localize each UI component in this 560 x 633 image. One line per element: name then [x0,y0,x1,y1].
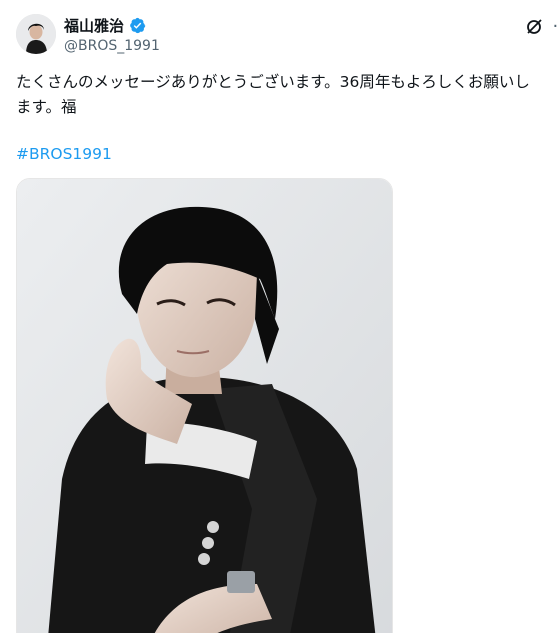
more-options-icon[interactable]: ·· [553,18,560,36]
author-name-row: 福山雅治 [64,15,146,36]
tweet-card: 福山雅治 @BROS_1991 ·· たくさんのメッセージありがとうございます。… [0,0,560,633]
tweet-text-line: ます。福 [16,98,77,116]
verified-badge-icon [130,17,146,34]
top-actions: ·· [525,18,560,36]
tweet-text: たくさんのメッセージありがとうございます。36周年もよろしくお願いし ます。福 [16,70,560,120]
grok-icon[interactable] [525,18,543,36]
hashtag-link[interactable]: #BROS1991 [16,145,112,163]
author-display-name[interactable]: 福山雅治 [64,15,124,36]
portrait-photo [17,179,392,633]
tweet-text-line: たくさんのメッセージありがとうございます。36周年もよろしくお願いし [16,73,530,91]
tweet-photo[interactable] [16,178,393,633]
avatar-image [16,14,56,54]
author-handle[interactable]: @BROS_1991 [64,38,160,54]
avatar[interactable] [16,14,56,54]
